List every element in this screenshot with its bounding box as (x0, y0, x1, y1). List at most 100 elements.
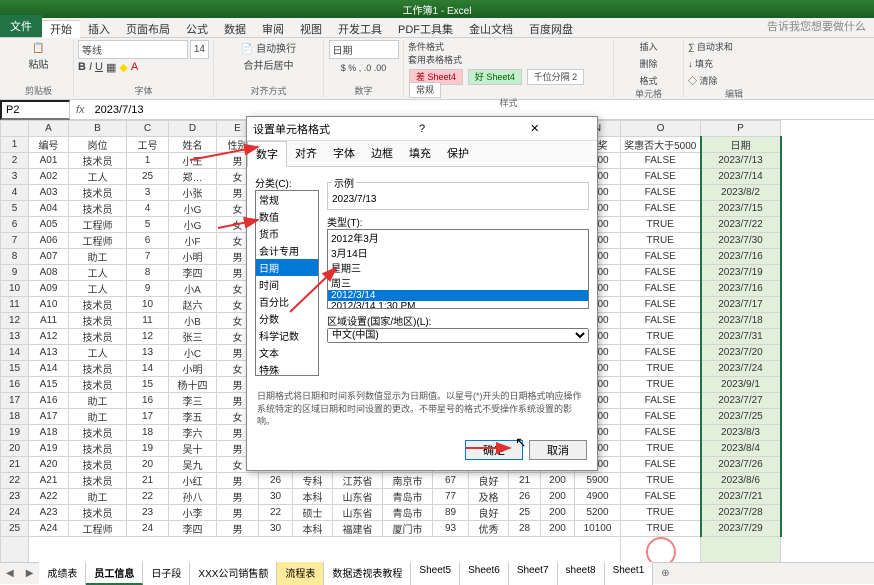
col-header[interactable]: C (127, 121, 169, 137)
sheet-tab[interactable]: 成绩表 (39, 562, 86, 585)
sheet-tab[interactable]: 员工信息 (86, 562, 143, 585)
type-item[interactable]: 2012/3/14 (328, 290, 588, 301)
font-size[interactable]: 14 (190, 40, 209, 59)
ribbon-tab-3[interactable]: 公式 (178, 21, 216, 39)
type-item[interactable]: 2012年3月 (328, 230, 588, 245)
fx-icon[interactable]: fx (70, 104, 91, 116)
ok-button[interactable]: 确定 (465, 440, 523, 460)
row-header[interactable]: 6 (1, 217, 29, 233)
type-item[interactable]: 3月14日 (328, 245, 588, 260)
dialog-tab-5[interactable]: 保护 (439, 141, 477, 166)
category-item[interactable]: 数值 (256, 208, 318, 225)
row-header[interactable]: 16 (1, 377, 29, 393)
row-header[interactable]: 2 (1, 153, 29, 169)
dialog-tab-0[interactable]: 数字 (247, 141, 287, 167)
sheet-tab[interactable]: 数据透视表教程 (324, 562, 411, 585)
category-item[interactable]: 常规 (256, 191, 318, 208)
row-header[interactable]: 14 (1, 345, 29, 361)
ribbon-tab-5[interactable]: 审阅 (254, 21, 292, 39)
sheet-tab[interactable]: Sheet6 (460, 562, 509, 585)
border-icon[interactable]: ▦ (106, 61, 116, 74)
ribbon-tab-0[interactable]: 开始 (42, 20, 80, 39)
style-good[interactable]: 好 Sheet4 (468, 69, 522, 85)
type-item[interactable]: 星期三 (328, 260, 588, 275)
category-item[interactable]: 日期 (256, 259, 318, 276)
clear[interactable]: ◇ 清除 (688, 74, 718, 87)
dialog-tab-4[interactable]: 填充 (401, 141, 439, 166)
col-header[interactable]: P (701, 121, 781, 137)
delete-cells[interactable]: 删除 (639, 57, 657, 70)
table-row[interactable]: 22A21技术员21小红男26专科江苏省南京市67良好212005900TRUE… (1, 473, 781, 489)
row-header[interactable]: 1 (1, 137, 29, 153)
sheet-nav-next[interactable]: ▶ (20, 568, 40, 579)
file-tab[interactable]: 文件 (0, 15, 42, 37)
row-header[interactable]: 3 (1, 169, 29, 185)
autosum[interactable]: ∑ 自动求和 (688, 40, 733, 53)
row-header[interactable]: 9 (1, 265, 29, 281)
row-header[interactable]: 20 (1, 441, 29, 457)
fill-color-icon[interactable]: ◆ (119, 61, 127, 74)
row-header[interactable]: 22 (1, 473, 29, 489)
dialog-tab-1[interactable]: 对齐 (287, 141, 325, 166)
table-row[interactable]: 24A23技术员23小李男22硕士山东省青岛市89良好252005200TRUE… (1, 505, 781, 521)
col-header[interactable]: D (169, 121, 217, 137)
category-item[interactable]: 会计专用 (256, 242, 318, 259)
ribbon-tab-9[interactable]: 金山文档 (461, 21, 521, 39)
category-item[interactable]: 百分比 (256, 293, 318, 310)
cancel-button[interactable]: 取消 (529, 440, 587, 460)
sheet-tab[interactable]: 日子段 (143, 562, 190, 585)
row-header[interactable]: 11 (1, 297, 29, 313)
font-color-icon[interactable]: A (131, 61, 138, 74)
ribbon-tab-4[interactable]: 数据 (216, 21, 254, 39)
row-header[interactable]: 13 (1, 329, 29, 345)
bold-button[interactable]: B (78, 61, 86, 74)
category-list[interactable]: 常规数值货币会计专用日期时间百分比分数科学记数文本特殊自定义 (255, 190, 319, 376)
font-name[interactable]: 等线 (78, 40, 188, 59)
row-header[interactable]: 15 (1, 361, 29, 377)
ribbon-tab-6[interactable]: 视图 (292, 21, 330, 39)
format-cells[interactable]: 格式 (639, 74, 657, 87)
type-list[interactable]: 2012年3月3月14日星期三周三2012/3/142012/3/14 1:30… (327, 229, 589, 309)
italic-button[interactable]: I (89, 61, 92, 74)
add-sheet-button[interactable]: ⊕ (653, 568, 677, 579)
category-item[interactable]: 时间 (256, 276, 318, 293)
row-header[interactable]: 18 (1, 409, 29, 425)
row-header[interactable]: 25 (1, 521, 29, 537)
row-header[interactable]: 10 (1, 281, 29, 297)
dialog-help-button[interactable]: ? (366, 123, 479, 135)
row-header[interactable]: 12 (1, 313, 29, 329)
paste-icon[interactable]: 📋 (31, 40, 47, 56)
category-item[interactable]: 货币 (256, 225, 318, 242)
merge-center[interactable]: 合并后居中 (244, 57, 294, 72)
category-item[interactable]: 特殊 (256, 361, 318, 376)
ribbon-tab-7[interactable]: 开发工具 (330, 21, 390, 39)
paste-label[interactable]: 粘贴 (29, 56, 49, 71)
row-header[interactable]: 8 (1, 249, 29, 265)
underline-button[interactable]: U (95, 61, 103, 74)
number-format[interactable]: 日期 (329, 40, 399, 59)
row-header[interactable]: 23 (1, 489, 29, 505)
ribbon-tab-2[interactable]: 页面布局 (118, 21, 178, 39)
row-header[interactable]: 4 (1, 185, 29, 201)
row-header[interactable]: 5 (1, 201, 29, 217)
type-item[interactable]: 周三 (328, 275, 588, 290)
row-header[interactable]: 7 (1, 233, 29, 249)
insert-cells[interactable]: 插入 (639, 40, 657, 53)
row-header[interactable]: 17 (1, 393, 29, 409)
col-header[interactable]: O (621, 121, 701, 137)
sheet-tab[interactable]: 流程表 (277, 562, 324, 585)
row-header[interactable]: 21 (1, 457, 29, 473)
name-box[interactable] (0, 100, 70, 120)
ribbon-tab-10[interactable]: 百度网盘 (521, 21, 581, 39)
ribbon-tab-1[interactable]: 插入 (80, 21, 118, 39)
sheet-tab[interactable]: XXX公司销售额 (190, 562, 277, 585)
dialog-close-button[interactable]: ✕ (478, 122, 591, 135)
category-item[interactable]: 文本 (256, 344, 318, 361)
sheet-nav-prev[interactable]: ◀ (0, 568, 20, 579)
wrap-text[interactable]: 📄 自动换行 (241, 40, 296, 55)
sheet-tab[interactable]: Sheet7 (509, 562, 558, 585)
type-item[interactable]: 2012/3/14 1:30 PM (328, 301, 588, 309)
tell-me[interactable]: 告诉我您想要做什么 (759, 15, 874, 37)
row-header[interactable]: 24 (1, 505, 29, 521)
table-row[interactable]: 25A24工程师24李四男30本科福建省厦门市93优秀2820010100TRU… (1, 521, 781, 537)
